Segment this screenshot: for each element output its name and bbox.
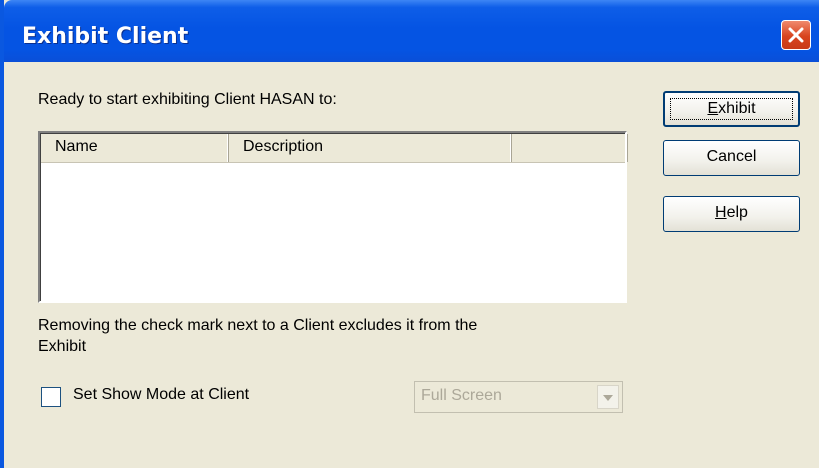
intro-text: Ready to start exhibiting Client HASAN t… bbox=[38, 91, 337, 108]
title-bar[interactable]: Exhibit Client bbox=[4, 0, 819, 62]
exhibit-button[interactable]: Exhibit bbox=[663, 91, 800, 127]
show-mode-checkbox-label[interactable]: Set Show Mode at Client bbox=[73, 386, 249, 404]
help-button-label: Help bbox=[715, 204, 748, 221]
column-header-extra[interactable] bbox=[512, 134, 628, 162]
note-text-line2: Exhibit bbox=[38, 338, 87, 355]
cancel-button[interactable]: Cancel bbox=[663, 140, 800, 176]
show-mode-select[interactable]: Full Screen bbox=[414, 381, 623, 413]
exhibit-button-label: Exhibit bbox=[707, 100, 756, 117]
list-header: Name Description bbox=[41, 134, 628, 163]
close-icon bbox=[788, 27, 804, 43]
note-text-line1: Removing the check mark next to a Client… bbox=[38, 317, 478, 334]
client-list-body: Name Description bbox=[40, 133, 628, 301]
window-title: Exhibit Client bbox=[22, 24, 189, 49]
show-mode-select-value: Full Screen bbox=[421, 387, 502, 404]
column-header-description[interactable]: Description bbox=[229, 134, 512, 162]
show-mode-checkbox[interactable] bbox=[41, 387, 61, 407]
help-button[interactable]: Help bbox=[663, 196, 800, 232]
show-mode-dropdown-button[interactable] bbox=[597, 385, 619, 409]
client-list[interactable]: Name Description bbox=[38, 131, 628, 303]
cancel-button-label: Cancel bbox=[706, 148, 757, 165]
chevron-down-icon bbox=[603, 395, 613, 401]
close-button[interactable] bbox=[781, 20, 811, 50]
column-header-name[interactable]: Name bbox=[41, 134, 229, 162]
